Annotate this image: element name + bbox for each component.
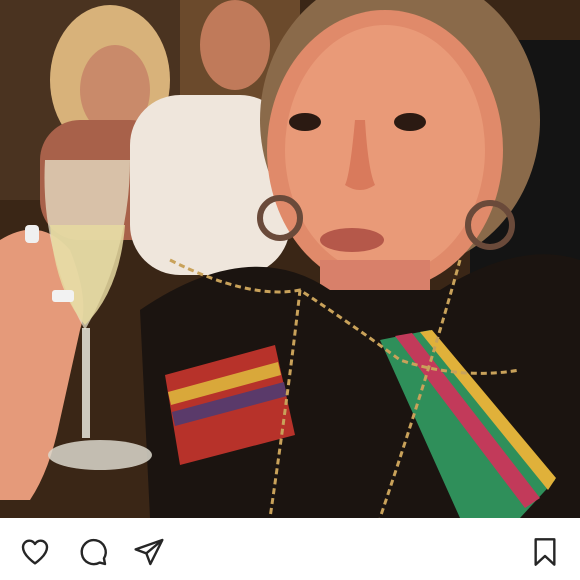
instagram-post — [0, 0, 580, 580]
comment-button[interactable] — [76, 535, 110, 569]
comment-bubble-icon — [80, 538, 107, 566]
photo-illustration — [0, 0, 580, 518]
bookmark-icon — [534, 538, 556, 566]
paper-plane-icon — [134, 538, 164, 566]
like-button[interactable] — [18, 535, 52, 569]
save-button[interactable] — [528, 535, 562, 569]
post-photo[interactable] — [0, 0, 580, 518]
post-action-bar — [0, 518, 580, 580]
share-button[interactable] — [132, 535, 166, 569]
heart-icon — [21, 539, 49, 565]
